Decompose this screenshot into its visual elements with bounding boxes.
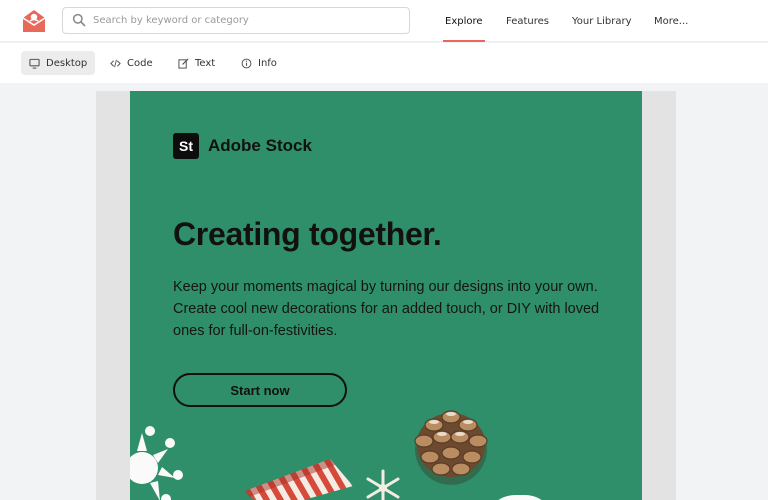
desktop-view-label: Desktop	[46, 57, 88, 69]
info-view-label: Info	[258, 57, 277, 69]
small-snowflake-icon	[366, 469, 400, 500]
text-view-button[interactable]: Text	[170, 51, 223, 75]
nav-your-library-label: Your Library	[572, 15, 632, 27]
brand-name: Adobe Stock	[208, 136, 312, 155]
desktop-view-button[interactable]: Desktop	[21, 51, 96, 75]
pine-cone-icon	[414, 410, 488, 485]
text-view-label: Text	[195, 57, 216, 69]
info-view-button[interactable]: Info	[233, 51, 285, 75]
nav-explore[interactable]: Explore	[443, 0, 485, 42]
email-headline: Creating together.	[173, 216, 442, 252]
info-icon	[241, 58, 252, 68]
view-toolbar: Desktop Code Text Info	[0, 43, 768, 83]
envelope-logo-icon[interactable]	[21, 8, 47, 34]
white-ornament-shape	[485, 495, 555, 500]
code-view-button[interactable]: Code	[102, 51, 161, 75]
code-icon	[110, 59, 121, 67]
search-icon	[72, 13, 86, 27]
email-body-text: Keep your moments magical by turning our…	[173, 279, 600, 339]
adobe-stock-logo: St	[173, 133, 199, 159]
nav-features-label: Features	[506, 15, 549, 27]
nav-explore-label: Explore	[445, 15, 483, 27]
nav-more-label: More...	[654, 15, 689, 27]
edit-icon	[178, 57, 189, 69]
nav-more[interactable]: More...	[654, 0, 688, 42]
nav-features[interactable]: Features	[506, 0, 549, 42]
start-now-button[interactable]: Start now	[173, 373, 347, 407]
search-input[interactable]	[93, 11, 393, 30]
brand-header: St Adobe Stock	[173, 133, 312, 159]
search-box[interactable]	[62, 7, 410, 34]
gift-box-icon	[245, 459, 353, 500]
snowflake-icon	[130, 426, 183, 500]
nav-your-library[interactable]: Your Library	[572, 0, 632, 42]
monitor-icon	[29, 58, 40, 69]
code-view-label: Code	[127, 57, 153, 69]
top-header: Explore Features Your Library More...	[0, 0, 768, 42]
email-preview: St Adobe Stock Creating together. Keep y…	[130, 91, 642, 500]
